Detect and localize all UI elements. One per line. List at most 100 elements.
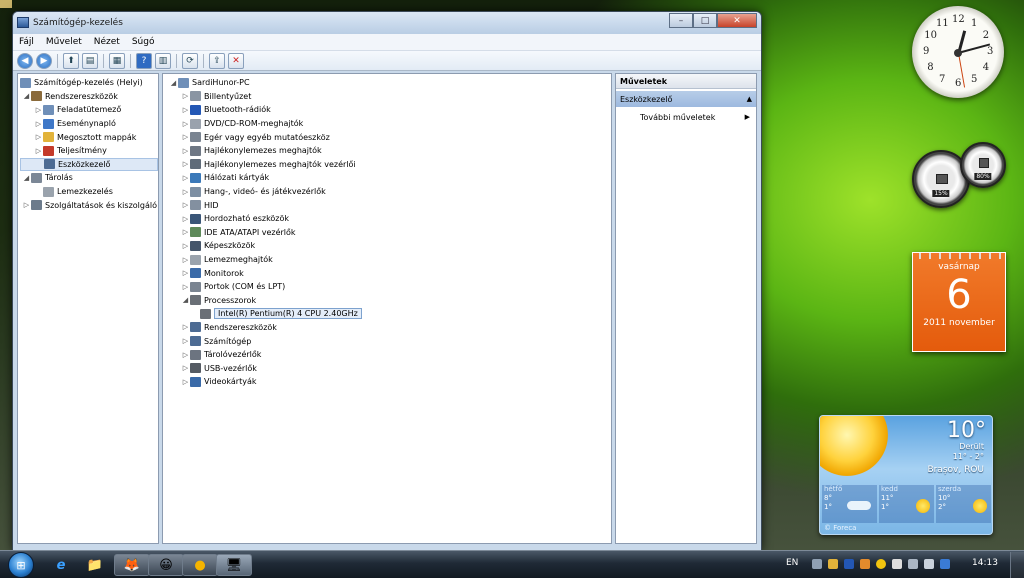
more-actions-item[interactable]: További műveletek ▶	[616, 109, 756, 125]
device-category[interactable]: ▷ HID	[169, 198, 611, 212]
weather-gadget[interactable]: 10° Derült 11° - 2° Brașov, ROU hétfő 8°…	[819, 415, 993, 535]
expand-arrow-icon[interactable]: ▷	[34, 147, 43, 155]
expand-arrow-icon[interactable]: ▷	[181, 364, 190, 372]
device-item[interactable]: Intel(R) Pentium(R) 4 CPU 2.40GHz	[169, 307, 611, 321]
expand-arrow-icon[interactable]: ▷	[22, 201, 31, 209]
expand-arrow-icon[interactable]: ▷	[181, 106, 190, 114]
properties-icon[interactable]: ▦	[109, 52, 125, 69]
device-category[interactable]: ▷ Számítógép	[169, 334, 611, 348]
device-category[interactable]: ▷ Egér vagy egyéb mutatóeszköz	[169, 130, 611, 144]
show-desktop-button[interactable]	[1010, 552, 1024, 578]
expand-arrow-icon[interactable]: ▷	[181, 256, 190, 264]
expand-arrow-icon[interactable]: ◢	[181, 296, 190, 304]
device-category[interactable]: ▷ IDE ATA/ATAPI vezérlők	[169, 226, 611, 240]
tray-icon[interactable]	[860, 559, 870, 569]
expand-arrow-icon[interactable]: ◢	[22, 92, 31, 100]
start-button[interactable]: ⊞	[8, 552, 34, 578]
device-root[interactable]: ◢ SardiHunor-PC	[169, 76, 611, 90]
tree-item[interactable]: ▷ Eseménynapló	[20, 117, 158, 131]
device-category[interactable]: ▷ USB-vezérlők	[169, 361, 611, 375]
expand-arrow-icon[interactable]: ▷	[181, 242, 190, 250]
tree-item[interactable]: ▷ Feladatütemező	[20, 103, 158, 117]
clock-gadget[interactable]: 12 1 2 3 4 5 6 7 8 9 10 11	[912, 6, 1004, 98]
expand-arrow-icon[interactable]: ▷	[181, 133, 190, 141]
internet-explorer-icon[interactable]: e	[46, 554, 76, 576]
expand-arrow-icon[interactable]: ▷	[181, 92, 190, 100]
device-category[interactable]: ▷ Bluetooth-rádiók	[169, 103, 611, 117]
help-icon[interactable]: ?	[136, 52, 152, 69]
tree-item[interactable]: Eszközkezelő	[20, 157, 158, 172]
menu-file[interactable]: Fájl	[13, 37, 40, 47]
desktop-icon-fragment[interactable]	[0, 0, 12, 8]
expand-arrow-icon[interactable]: ▷	[34, 106, 43, 114]
expand-arrow-icon[interactable]: ▷	[181, 201, 190, 209]
actions-section-device-manager[interactable]: Eszközkezelő ▲	[616, 91, 756, 107]
expand-arrow-icon[interactable]: ▷	[181, 378, 190, 386]
up-folder-icon[interactable]: ⬆	[63, 52, 79, 69]
scan-hardware-icon[interactable]: ⟳	[182, 52, 198, 69]
tray-icon[interactable]	[812, 559, 822, 569]
device-category[interactable]: ▷ Billentyűzet	[169, 90, 611, 104]
tray-icon[interactable]	[940, 559, 950, 569]
explorer-folder-icon[interactable]: 📁	[80, 554, 110, 576]
title-bar[interactable]: Számítógép-kezelés – □ ✕	[13, 12, 761, 34]
action-center-icon[interactable]	[892, 559, 902, 569]
device-category[interactable]: ◢ Processzorok	[169, 294, 611, 308]
maximize-button[interactable]: □	[693, 13, 717, 28]
collapse-up-icon[interactable]: ▲	[747, 95, 752, 103]
calendar-gadget[interactable]: vasárnap 6 2011 november	[912, 252, 1006, 352]
device-category[interactable]: ▷ Hang-, videó- és játékvezérlők	[169, 185, 611, 199]
expand-arrow-icon[interactable]: ▷	[181, 323, 190, 331]
tree-root[interactable]: Számítógép-kezelés (Helyi)	[20, 76, 158, 90]
tree-item[interactable]: ◢ Tárolás	[20, 171, 158, 185]
minimize-button[interactable]: –	[669, 13, 693, 28]
expand-arrow-icon[interactable]: ▷	[181, 351, 190, 359]
expand-arrow-icon[interactable]: ▷	[181, 269, 190, 277]
expand-arrow-icon[interactable]: ◢	[22, 174, 31, 182]
language-indicator[interactable]: EN	[786, 558, 798, 568]
device-category[interactable]: ▷ Hajlékonylemezes meghajtók vezérlői	[169, 158, 611, 172]
computer-management-taskbar-icon[interactable]: 🖥	[216, 554, 252, 576]
console-tree-icon[interactable]: ▤	[82, 52, 98, 69]
messenger-icon[interactable]: 😀	[148, 554, 184, 576]
device-category[interactable]: ▷ Hordozható eszközök	[169, 212, 611, 226]
tray-folder-icon[interactable]	[828, 559, 838, 569]
network-icon[interactable]	[908, 559, 918, 569]
device-category[interactable]: ▷ Hálózati kártyák	[169, 171, 611, 185]
tree-item[interactable]: ▷ Teljesítmény	[20, 144, 158, 158]
messenger-tray-icon[interactable]	[876, 559, 886, 569]
volume-icon[interactable]	[924, 559, 934, 569]
app-orb-icon[interactable]: ●	[182, 554, 218, 576]
tree-item[interactable]: ▷ Megosztott mappák	[20, 130, 158, 144]
expand-arrow-icon[interactable]: ▷	[34, 120, 43, 128]
expand-arrow-icon[interactable]: ▷	[181, 283, 190, 291]
disable-device-icon[interactable]: ✕	[228, 52, 244, 69]
expand-arrow-icon[interactable]: ▷	[181, 188, 190, 196]
device-category[interactable]: ▷ Rendszereszközök	[169, 321, 611, 335]
forward-icon[interactable]: ▶	[36, 52, 52, 69]
menu-help[interactable]: Súgó	[126, 37, 161, 47]
expand-arrow-icon[interactable]: ▷	[181, 160, 190, 168]
expand-arrow-icon[interactable]: ▷	[181, 147, 190, 155]
device-category[interactable]: ▷ Tárolóvezérlők	[169, 348, 611, 362]
bluetooth-icon[interactable]	[844, 559, 854, 569]
expand-arrow-icon[interactable]: ▷	[181, 228, 190, 236]
back-icon[interactable]: ◀	[17, 52, 33, 69]
expand-arrow-icon[interactable]: ▷	[181, 120, 190, 128]
menu-action[interactable]: Művelet	[40, 37, 88, 47]
collapse-arrow-icon[interactable]: ◢	[169, 79, 178, 87]
tree-item[interactable]: ◢ Rendszereszközök	[20, 90, 158, 104]
device-category[interactable]: ▷ Portok (COM és LPT)	[169, 280, 611, 294]
firefox-icon[interactable]: 🦊	[114, 554, 150, 576]
device-category[interactable]: ▷ Hajlékonylemezes meghajtók	[169, 144, 611, 158]
tree-item[interactable]: ▷ Szolgáltatások és kiszolgáló	[20, 198, 158, 212]
expand-arrow-icon[interactable]: ▷	[34, 133, 43, 141]
device-category[interactable]: ▷ Képeszközök	[169, 239, 611, 253]
device-category[interactable]: ▷ Monitorok	[169, 266, 611, 280]
cpu-meter-gadget[interactable]: 15% 80%	[908, 142, 1008, 208]
clock-time[interactable]: 14:13	[972, 558, 998, 568]
expand-arrow-icon[interactable]: ▷	[181, 337, 190, 345]
menu-view[interactable]: Nézet	[88, 37, 126, 47]
expand-arrow-icon[interactable]: ▷	[181, 174, 190, 182]
update-driver-icon[interactable]: ⇪	[209, 52, 225, 69]
